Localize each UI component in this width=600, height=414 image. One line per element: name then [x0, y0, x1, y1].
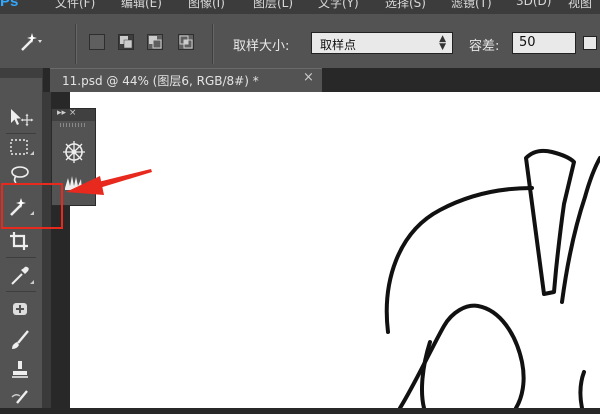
line-art-drawing — [384, 148, 600, 408]
brush-tool[interactable] — [4, 326, 40, 354]
tolerance-label: 容差: — [469, 39, 500, 54]
eyedropper-icon — [11, 266, 34, 285]
menu-select[interactable]: 选择(S) — [385, 0, 426, 11]
new-selection-button[interactable] — [89, 34, 105, 50]
healing-brush-tool[interactable] — [4, 296, 40, 324]
flyout-header[interactable]: ▸▸ × — [52, 108, 95, 121]
move-icon — [11, 109, 34, 127]
stamp-icon — [12, 361, 28, 378]
menu-image[interactable]: 图像(I) — [188, 0, 225, 11]
highlight-box — [1, 183, 63, 229]
add-to-selection-button[interactable] — [118, 34, 134, 50]
crop-icon — [10, 232, 28, 250]
photoshop-logo: Ps — [0, 0, 19, 10]
document-canvas[interactable] — [70, 92, 600, 408]
marquee-tool[interactable] — [4, 134, 40, 162]
subtract-from-selection-button[interactable] — [147, 34, 163, 50]
dropdown-triangle-icon — [38, 40, 42, 43]
sample-size-label: 取样大小: — [233, 39, 290, 54]
panel-dock-strip — [43, 92, 51, 408]
tool-divider — [6, 257, 36, 258]
intersect-selection-icon — [179, 35, 193, 49]
crop-tool[interactable] — [4, 228, 40, 256]
menu-file[interactable]: 文件(F) — [55, 0, 95, 11]
brush-icon — [12, 330, 29, 349]
anti-alias-checkbox[interactable] — [583, 36, 597, 50]
tool-divider — [6, 291, 36, 292]
menu-type[interactable]: 文字(Y) — [318, 0, 359, 11]
document-tab-title: 11.psd @ 44% (图层6, RGB/8#) * — [62, 74, 259, 88]
tools-panel-header[interactable] — [0, 68, 42, 78]
healing-brush-icon — [13, 303, 27, 315]
subtract-selection-icon — [149, 36, 162, 49]
red-arrow-icon — [66, 169, 152, 195]
flyout-header-glyphs: ▸▸ × — [57, 108, 77, 118]
intersect-selection-button[interactable] — [178, 34, 194, 50]
sample-size-select[interactable]: 取样点 ▲ ▼ — [311, 32, 453, 54]
rectangular-marquee-icon — [10, 139, 34, 155]
menu-layer[interactable]: 图层(L) — [253, 0, 293, 11]
select-arrows-icon: ▲ ▼ — [439, 34, 446, 52]
menu-bar: Ps 文件(F) 编辑(E) 图像(I) 图层(L) 文字(Y) 选择(S) 滤… — [0, 0, 600, 14]
options-divider — [212, 24, 214, 64]
menu-filter[interactable]: 滤镜(T) — [451, 0, 492, 11]
flyout-grip[interactable] — [60, 123, 86, 127]
clone-stamp-tool[interactable] — [4, 356, 40, 384]
history-brush-tool[interactable] — [4, 386, 40, 414]
options-divider — [75, 24, 77, 64]
magic-wand-icon — [21, 33, 42, 51]
add-selection-icon — [120, 36, 133, 49]
current-tool-preset[interactable] — [18, 30, 44, 54]
sample-size-value: 取样点 — [320, 38, 357, 52]
menu-edit[interactable]: 编辑(E) — [121, 0, 162, 11]
menu-3d[interactable]: 3D(D) — [516, 0, 551, 8]
eyedropper-tool[interactable] — [4, 262, 40, 290]
tolerance-input[interactable]: 50 — [512, 32, 576, 54]
menu-view[interactable]: 视图 — [568, 0, 592, 11]
move-tool[interactable] — [4, 104, 40, 132]
close-icon[interactable]: × — [303, 70, 314, 85]
